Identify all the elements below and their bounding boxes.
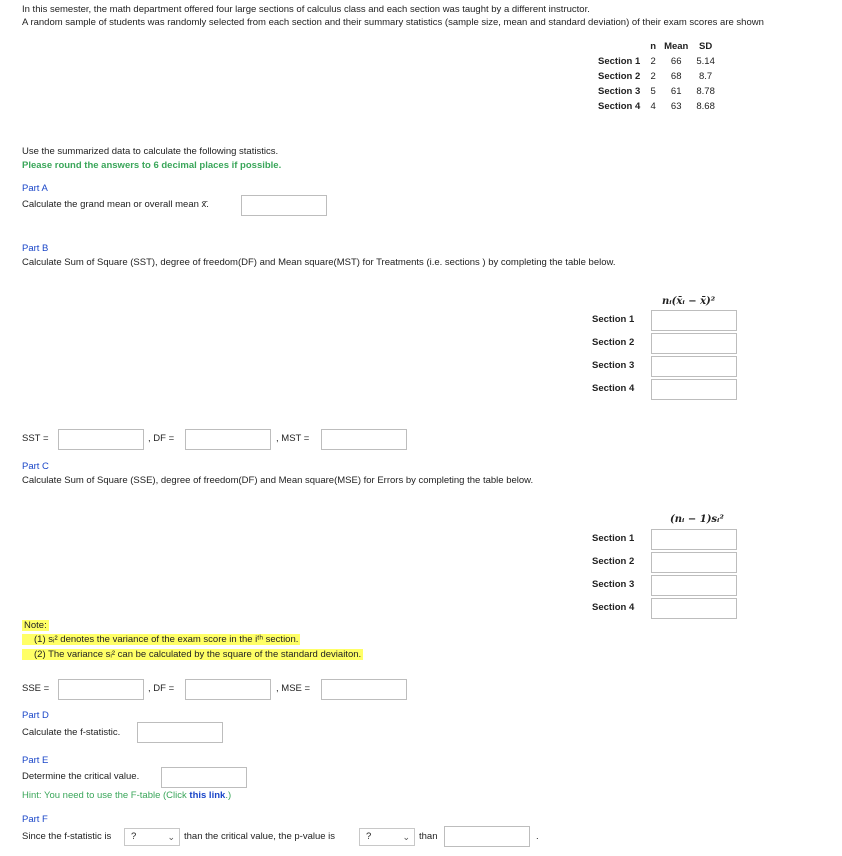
row-mean: 63 (670, 101, 682, 112)
row-n: 4 (650, 101, 656, 112)
sse-section-1-input[interactable] (651, 529, 737, 550)
header-sd: SD (699, 41, 713, 52)
part-f-prefix: Since the f-statistic is (22, 831, 112, 842)
sst-section-4-input[interactable] (651, 379, 737, 400)
chevron-down-icon: ⌄ (402, 832, 410, 842)
part-b-title: Part B (22, 243, 49, 254)
f-table-link[interactable]: this link (189, 790, 225, 801)
part-d-title: Part D (22, 710, 49, 721)
p-value-compare-input[interactable] (444, 826, 530, 847)
note-title: Note: (22, 620, 49, 631)
part-b-prompt: Calculate Sum of Square (SST), degree of… (22, 257, 616, 268)
sst-column-header: nᵢ(x̄ᵢ − x̄̄)² (662, 296, 716, 307)
mse-input[interactable] (321, 679, 407, 700)
row-label: Section 2 (598, 71, 641, 82)
row-sd: 5.14 (696, 56, 715, 67)
table-row: Section 1 2 66 5.14 (594, 54, 719, 69)
select-1-value: ? (131, 831, 137, 842)
df-error-input[interactable] (185, 679, 271, 700)
summary-header-row: n Mean SD (594, 39, 719, 54)
note-line-1: (1) sᵢ² denotes the variance of the exam… (22, 634, 301, 645)
hint-text: Hint: You need to use the F-table (Click… (22, 790, 231, 801)
intro-line-1: In this semester, the math department of… (22, 4, 590, 15)
row-n: 5 (650, 86, 656, 97)
part-f-end: . (536, 831, 539, 842)
part-e-title: Part E (22, 755, 49, 766)
note-line-2: (2) The variance sᵢ² can be calculated b… (22, 649, 364, 660)
part-c-title: Part C (22, 461, 49, 472)
part-f-suffix: than (419, 831, 438, 842)
row-n: 2 (650, 56, 656, 67)
select-2-value: ? (366, 831, 372, 842)
row-sd: 8.7 (699, 71, 713, 82)
sse-section-label: Section 1 (592, 533, 635, 544)
sst-section-label: Section 2 (592, 337, 635, 348)
row-sd: 8.78 (696, 86, 715, 97)
part-d-prompt: Calculate the f-statistic. (22, 727, 121, 738)
df-error-label: , DF = (148, 683, 175, 694)
sse-section-label: Section 3 (592, 579, 635, 590)
part-c-prompt: Calculate Sum of Square (SSE), degree of… (22, 475, 534, 486)
critical-value-input[interactable] (161, 767, 247, 788)
table-row: Section 2 2 68 8.7 (594, 69, 719, 84)
df-treatment-input[interactable] (185, 429, 271, 450)
part-f-title: Part F (22, 814, 48, 825)
f-statistic-input[interactable] (137, 722, 223, 743)
header-mean: Mean (664, 41, 689, 52)
mst-label: , MST = (276, 433, 310, 444)
part-a-title: Part A (22, 183, 48, 194)
row-mean: 68 (670, 71, 682, 82)
row-n: 2 (650, 71, 656, 82)
row-mean: 66 (670, 56, 682, 67)
header-n: n (650, 41, 657, 52)
comparison-select-2[interactable]: ? ⌄ (359, 828, 415, 846)
sse-label: SSE = (22, 683, 50, 694)
sse-section-2-input[interactable] (651, 552, 737, 573)
sst-section-3-input[interactable] (651, 356, 737, 377)
summary-table: n Mean SD Section 1 2 66 5.14 Section 2 … (594, 39, 719, 114)
hint-suffix: .) (225, 790, 232, 801)
sse-section-3-input[interactable] (651, 575, 737, 596)
sst-section-label: Section 4 (592, 383, 635, 394)
part-e-prompt: Determine the critical value. (22, 771, 140, 782)
grand-mean-input[interactable] (241, 195, 327, 216)
row-sd: 8.68 (696, 101, 715, 112)
sst-section-label: Section 3 (592, 360, 635, 371)
part-f-middle: than the critical value, the p-value is (184, 831, 336, 842)
mst-input[interactable] (321, 429, 407, 450)
sst-section-label: Section 1 (592, 314, 635, 325)
rounding-note: Please round the answers to 6 decimal pl… (22, 160, 282, 171)
instructions-text: Use the summarized data to calculate the… (22, 146, 279, 157)
sst-input[interactable] (58, 429, 144, 450)
sse-input[interactable] (58, 679, 144, 700)
df-treatment-label: , DF = (148, 433, 175, 444)
row-label: Section 3 (598, 86, 641, 97)
row-label: Section 1 (598, 56, 641, 67)
sse-column-header: (nᵢ − 1)sᵢ² (670, 514, 724, 525)
table-row: Section 4 4 63 8.68 (594, 99, 719, 114)
part-a-prompt: Calculate the grand mean or overall mean… (22, 199, 209, 210)
sse-section-4-input[interactable] (651, 598, 737, 619)
sst-section-2-input[interactable] (651, 333, 737, 354)
row-mean: 61 (670, 86, 682, 97)
mse-label: , MSE = (276, 683, 311, 694)
sst-section-1-input[interactable] (651, 310, 737, 331)
sst-label: SST = (22, 433, 49, 444)
row-label: Section 4 (598, 101, 641, 112)
comparison-select-1[interactable]: ? ⌄ (124, 828, 180, 846)
table-row: Section 3 5 61 8.78 (594, 84, 719, 99)
sse-section-label: Section 2 (592, 556, 635, 567)
hint-prefix: Hint: You need to use the F-table (Click (22, 790, 190, 801)
chevron-down-icon: ⌄ (167, 832, 175, 842)
sse-section-label: Section 4 (592, 602, 635, 613)
intro-line-2: A random sample of students was randomly… (22, 17, 764, 28)
